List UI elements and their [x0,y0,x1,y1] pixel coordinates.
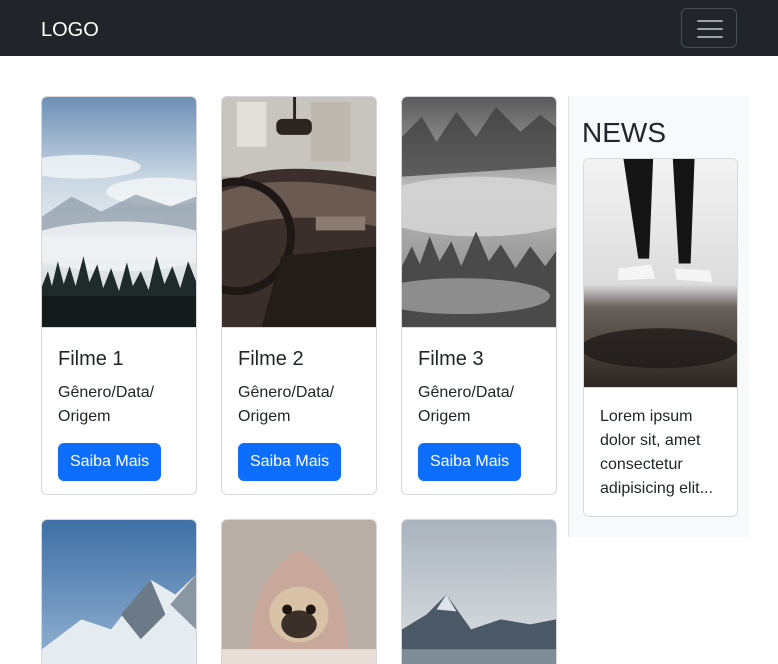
navbar-toggler-button[interactable] [681,8,737,48]
saiba-mais-button[interactable]: Saiba Mais [418,443,522,481]
card-body: Filme 3 Gênero/Data/ Origem Saiba Mais [402,328,556,494]
news-card: Lorem ipsum dolor sit, amet consectetur … [583,158,738,517]
movie-image-misty-mountain-forest [42,97,196,328]
movie-image-snowy-mountain-peaks [42,520,196,664]
movie-image-pug-in-blanket [222,520,376,664]
movie-card [221,519,377,664]
news-text: Lorem ipsum dolor sit, amet consectetur … [600,408,713,497]
news-heading: NEWS [582,117,666,148]
hamburger-menu-icon-bar [697,28,723,30]
movie-meta: Gênero/Data/ Origem [418,384,515,425]
news-image-person-legs-sneakers [584,159,737,388]
saiba-mais-button[interactable]: Saiba Mais [58,443,162,481]
movie-card: Filme 2 Gênero/Data/ Origem Saiba Mais [221,96,377,495]
movie-image-foggy-forest-bw [402,97,556,328]
movie-card: Filme 3 Gênero/Data/ Origem Saiba Mais [401,96,557,495]
movie-image-mountain-lake-valley [402,520,556,664]
navbar: LOGO [0,0,778,56]
logo[interactable]: LOGO [41,17,99,43]
movie-meta: Gênero/Data/ Origem [238,384,335,425]
movie-image-vintage-car-interior [222,97,376,328]
saiba-mais-button[interactable]: Saiba Mais [238,443,342,481]
news-sidebar: NEWS Lorem ipsum dolor sit, amet consect… [568,96,749,537]
movie-card [41,519,197,664]
movie-title: Filme 3 [418,348,484,370]
hamburger-menu-icon [697,20,723,22]
movie-card [401,519,557,664]
movie-meta: Gênero/Data/ Origem [58,384,155,425]
movie-title: Filme 2 [238,348,304,370]
movie-card: Filme 1 Gênero/Data/ Origem Saiba Mais [41,96,197,495]
card-body: Filme 1 Gênero/Data/ Origem Saiba Mais [42,328,196,494]
movie-title: Filme 1 [58,348,124,370]
card-body: Filme 2 Gênero/Data/ Origem Saiba Mais [222,328,376,494]
hamburger-menu-icon-bar [697,36,723,38]
